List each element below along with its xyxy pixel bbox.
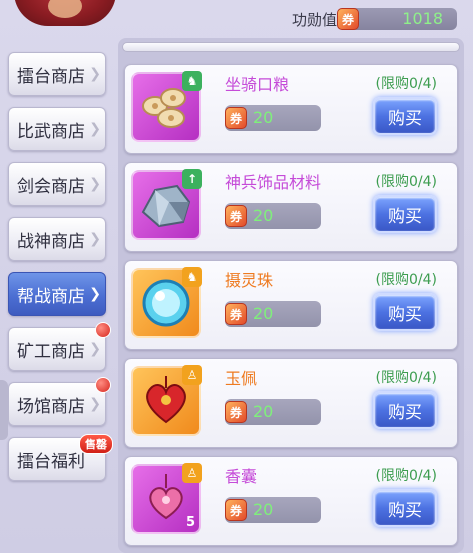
sidebar-item-guild-war-shop[interactable]: 帮战商店 ❯ <box>8 272 106 316</box>
item-name: 香囊 <box>225 467 258 486</box>
item-icon-frame[interactable]: ♞ <box>131 267 202 338</box>
price-value: 20 <box>253 500 274 519</box>
price-pill: 券 20 <box>225 399 321 425</box>
sidebar-item-duel-shop[interactable]: 比武商店 ❯ <box>8 107 106 151</box>
chevron-right-icon: ❯ <box>89 231 101 247</box>
person-tag-icon: ♙ <box>182 463 202 483</box>
frame-edge <box>0 380 8 440</box>
sidebar-item-label: 比武商店 <box>17 121 85 142</box>
merit-coin-icon: 券 <box>225 205 247 227</box>
merit-value-box: 券 1018 <box>337 8 458 30</box>
item-icon-frame[interactable]: ↑ <box>131 169 202 240</box>
notification-dot <box>95 377 111 393</box>
chevron-right-icon: ❯ <box>89 286 101 302</box>
sold-out-badge: 售罄 <box>79 434 113 454</box>
item-icon-frame[interactable]: ♙ 5 <box>131 463 202 534</box>
chevron-right-icon: ❯ <box>89 121 101 137</box>
sidebar-item-label: 场馆商店 <box>17 396 85 417</box>
price-value: 20 <box>253 206 274 225</box>
purchase-limit: (限购0/4) <box>375 370 437 386</box>
price-pill: 券 20 <box>225 497 321 523</box>
list-top-bar <box>122 42 460 52</box>
notification-dot <box>95 322 111 338</box>
sidebar-item-label: 矿工商店 <box>17 341 85 362</box>
merit-value: 1018 <box>402 9 444 28</box>
price-value: 20 <box>253 402 274 421</box>
sidebar-item-arena-shop[interactable]: 擂台商店 ❯ <box>8 52 106 96</box>
buy-button[interactable]: 购买 <box>373 293 437 331</box>
shop-item-list[interactable]: ♞ 坐骑口粮 (限购0/4) 券 20 购买 ↑ 神兵饰品材料 (限购0/4) … <box>118 38 464 553</box>
chevron-right-icon: ❯ <box>89 176 101 192</box>
sidebar-item-label: 剑会商店 <box>17 176 85 197</box>
merit-coin-icon: 券 <box>225 499 247 521</box>
sidebar-item-label: 帮战商店 <box>17 286 85 307</box>
merit-coin-icon: 券 <box>225 303 247 325</box>
price-pill: 券 20 <box>225 105 321 131</box>
price-value: 20 <box>253 108 274 127</box>
shop-item: ♙ 玉佩 (限购0/4) 券 20 购买 <box>124 358 458 448</box>
price-value: 20 <box>253 304 274 323</box>
shop-item: ♞ 坐骑口粮 (限购0/4) 券 20 购买 <box>124 64 458 154</box>
sidebar-item-miner-shop[interactable]: 矿工商店 ❯ <box>8 322 111 371</box>
item-icon-frame[interactable]: ♙ <box>131 365 202 436</box>
item-icon-frame[interactable]: ♞ <box>131 71 202 142</box>
merit-coin-icon: 券 <box>225 401 247 423</box>
buy-button[interactable]: 购买 <box>373 97 437 135</box>
item-name: 摄灵珠 <box>225 271 274 290</box>
merit-coin-icon: 券 <box>337 8 360 30</box>
buy-button[interactable]: 购买 <box>373 391 437 429</box>
horse-tag-icon: ♞ <box>182 267 202 287</box>
item-name: 玉佩 <box>225 369 258 388</box>
sidebar-item-arena-welfare[interactable]: 擂台福利 售罄 <box>8 434 113 481</box>
purchase-limit: (限购0/4) <box>375 272 437 288</box>
person-tag-icon: ♙ <box>182 365 202 385</box>
buy-button[interactable]: 购买 <box>373 195 437 233</box>
shop-item: ↑ 神兵饰品材料 (限购0/4) 券 20 购买 <box>124 162 458 252</box>
horse-tag-icon: ♞ <box>182 71 202 91</box>
chevron-right-icon: ❯ <box>89 341 101 357</box>
chevron-right-icon: ❯ <box>89 396 101 412</box>
shop-item: ♙ 5 香囊 (限购0/4) 券 20 购买 <box>124 456 458 546</box>
item-name: 坐骑口粮 <box>225 75 290 94</box>
sidebar-item-label: 擂台福利 <box>17 451 85 472</box>
sidebar-item-sword-shop[interactable]: 剑会商店 ❯ <box>8 162 106 206</box>
chevron-right-icon: ❯ <box>89 66 101 82</box>
sidebar-item-label: 战神商店 <box>17 231 85 252</box>
shop-item: ♞ 摄灵珠 (限购0/4) 券 20 购买 <box>124 260 458 350</box>
sidebar-item-venue-shop[interactable]: 场馆商店 ❯ <box>8 377 111 426</box>
sidebar-item-war-god-shop[interactable]: 战神商店 ❯ <box>8 217 106 261</box>
purchase-limit: (限购0/4) <box>375 174 437 190</box>
price-pill: 券 20 <box>225 301 321 327</box>
shop-sidebar: 擂台商店 ❯ 比武商店 ❯ 剑会商店 ❯ 战神商店 ❯ 帮战商店 ❯ 矿工商店 … <box>0 0 118 553</box>
upgrade-tag-icon: ↑ <box>182 169 202 189</box>
merit-display: 功勋值 券 1018 <box>292 8 458 30</box>
purchase-limit: (限购0/4) <box>375 468 437 484</box>
item-quantity: 5 <box>185 515 195 530</box>
purchase-limit: (限购0/4) <box>375 76 437 92</box>
buy-button[interactable]: 购买 <box>373 489 437 527</box>
sidebar-item-label: 擂台商店 <box>17 66 85 87</box>
price-pill: 券 20 <box>225 203 321 229</box>
merit-label: 功勋值 <box>292 10 338 29</box>
merit-coin-icon: 券 <box>225 107 247 129</box>
item-name: 神兵饰品材料 <box>225 173 322 192</box>
